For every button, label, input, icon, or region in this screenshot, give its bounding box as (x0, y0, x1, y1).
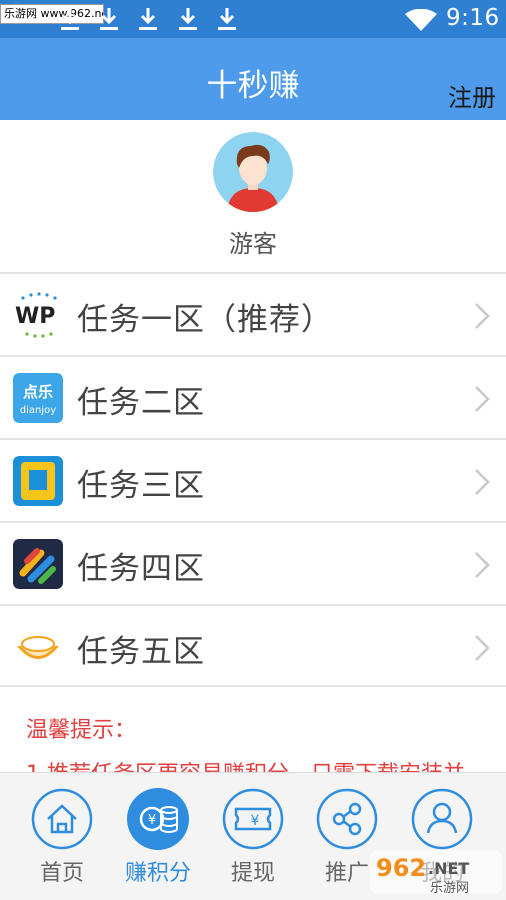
task-list: WP 任务一区（推荐） 点乐 dianjoy 任务二区 任务三区 任务四区 任务… (0, 272, 506, 687)
task-label: 任务五区 (77, 634, 205, 670)
colorful-s-logo-icon (13, 539, 63, 589)
chevron-right-icon (475, 469, 490, 495)
watermark-label: 乐游网 www.962.net (0, 4, 104, 24)
yellow-square-logo-icon (13, 456, 63, 506)
chevron-right-icon (475, 386, 490, 412)
user-icon (411, 788, 473, 850)
chevron-right-icon (475, 552, 490, 578)
chevron-right-icon (475, 303, 490, 329)
svg-text:dianjoy: dianjoy (20, 405, 56, 416)
tips-section: 温馨提示： 1.推荐任务区更容易赚积分，只需下载安装并 (0, 700, 506, 772)
nav-label: 提现 (230, 861, 275, 886)
profile-name: 游客 (229, 230, 277, 258)
wifi-icon (405, 9, 437, 31)
download-icon (100, 8, 118, 30)
download-icon (139, 8, 157, 30)
nav-earn-points[interactable]: ¥ 赚积分 (110, 773, 206, 900)
avatar[interactable] (213, 132, 293, 212)
task-label: 任务二区 (77, 385, 205, 421)
task-item-5[interactable]: 任务五区 (0, 604, 506, 687)
task-item-1[interactable]: WP 任务一区（推荐） (0, 272, 506, 355)
dianjoy-logo-icon: 点乐 dianjoy (13, 373, 63, 423)
download-icon (61, 8, 79, 30)
svg-text:962: 962 (376, 854, 426, 882)
tips-title: 温馨提示： (26, 718, 137, 743)
watermark-logo: 962 .NET 乐游网 (370, 850, 502, 896)
task-item-2[interactable]: 点乐 dianjoy 任务二区 (0, 355, 506, 438)
task-label: 任务三区 (77, 468, 205, 504)
nav-withdraw[interactable]: ¥ 提现 (205, 773, 301, 900)
task-label: 任务一区（推荐） (77, 302, 333, 338)
coins-icon: ¥ (127, 788, 189, 850)
register-button[interactable]: 注册 (448, 78, 496, 113)
nav-label: 首页 (39, 861, 84, 886)
download-icon (218, 8, 236, 30)
share-icon (316, 788, 378, 850)
status-time: 9:16 (446, 5, 500, 31)
ticket-icon: ¥ (222, 788, 284, 850)
svg-text:WP: WP (15, 304, 55, 329)
chevron-right-icon (475, 635, 490, 661)
svg-text:.NET: .NET (428, 859, 469, 878)
status-bar: 乐游网 www.962.net 9:16 (0, 0, 506, 38)
download-icon (179, 8, 197, 30)
task-label: 任务四区 (77, 551, 205, 587)
svg-text:乐游网: 乐游网 (430, 881, 469, 896)
tips-text: 1.推荐任务区更容易赚积分，只需下载安装并 (26, 756, 465, 772)
svg-text:¥: ¥ (148, 813, 156, 828)
task-item-4[interactable]: 任务四区 (0, 521, 506, 604)
page-title: 十秒赚 (206, 68, 300, 104)
app-header: 十秒赚 注册 (0, 38, 506, 120)
bowl-logo-icon (13, 622, 63, 672)
task-item-3[interactable]: 任务三区 (0, 438, 506, 521)
svg-text:¥: ¥ (251, 813, 260, 829)
nav-home[interactable]: 首页 (14, 773, 110, 900)
home-icon (31, 788, 93, 850)
svg-text:点乐: 点乐 (23, 383, 53, 401)
wp-logo-icon: WP (13, 290, 63, 340)
nav-label: 赚积分 (124, 861, 191, 886)
profile-section: 游客 (0, 120, 506, 272)
